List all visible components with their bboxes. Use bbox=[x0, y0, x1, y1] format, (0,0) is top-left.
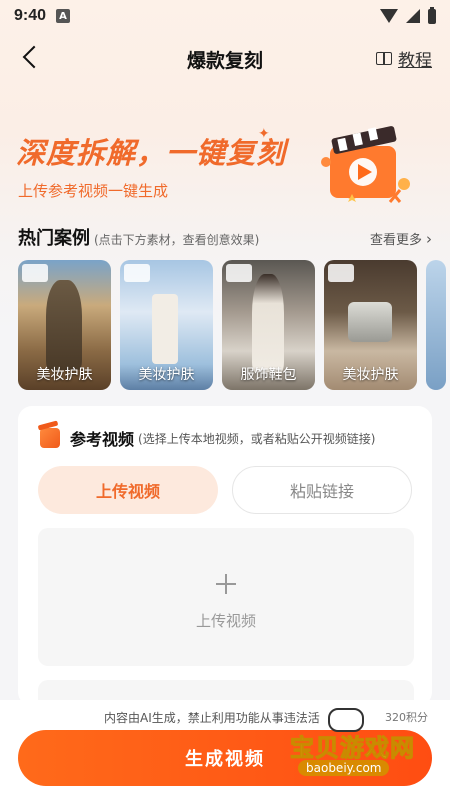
case-card-partial[interactable] bbox=[426, 260, 446, 390]
tab-upload-video[interactable]: 上传视频 bbox=[38, 466, 218, 514]
case-card[interactable]: 美妆护肤 bbox=[18, 260, 111, 390]
battery-icon bbox=[428, 6, 436, 24]
case-label: 美妆护肤 bbox=[36, 367, 93, 383]
points-cost: 320积分 bbox=[385, 711, 428, 724]
product-thumbnail bbox=[22, 264, 48, 282]
status-bar: 9:40 A bbox=[0, 0, 450, 32]
upload-dropzone[interactable]: 上传视频 bbox=[38, 528, 414, 666]
reference-video-card: 参考视频 (选择上传本地视频，或者粘贴公开视频链接) 上传视频 粘贴链接 上传视… bbox=[18, 406, 432, 720]
generate-video-button[interactable]: 生成视频 bbox=[18, 730, 432, 786]
tab-paste-link[interactable]: 粘贴链接 bbox=[232, 466, 412, 514]
terracotta-figure bbox=[46, 280, 82, 370]
notification-icon: A bbox=[56, 9, 71, 23]
hot-cases-header: 热门案例 (点击下方素材，查看创意效果) 查看更多 bbox=[18, 224, 432, 250]
product-thumbnail bbox=[328, 264, 354, 282]
sparkle-icon: ✦ bbox=[258, 126, 270, 142]
wifi-icon bbox=[380, 9, 398, 23]
hero-title: 深度拆解，一键复刻 bbox=[16, 136, 287, 170]
tutorial-label: 教程 bbox=[398, 51, 432, 71]
sparkle-icon: ✦ bbox=[266, 144, 274, 154]
status-icons bbox=[380, 6, 436, 24]
sunscreen-bottle bbox=[152, 294, 178, 364]
signal-icon bbox=[406, 9, 420, 23]
tutorial-link[interactable]: 教程 bbox=[376, 46, 432, 71]
bottom-bar: 内容由AI生成，禁止利用功能从事违法活 320积分 生成视频 bbox=[0, 700, 450, 800]
hero-subtitle: 上传参考视频一键生成 bbox=[18, 182, 169, 200]
cream-jar bbox=[348, 302, 392, 342]
upload-label: 上传视频 bbox=[195, 612, 256, 630]
see-more-link[interactable]: 查看更多 bbox=[370, 229, 432, 248]
case-card[interactable]: 美妆护肤 bbox=[324, 260, 417, 390]
book-icon bbox=[376, 52, 392, 65]
case-label: 美妆护肤 bbox=[138, 367, 195, 383]
ai-disclaimer: 内容由AI生成，禁止利用功能从事违法活 bbox=[104, 711, 320, 725]
reference-hint: (选择上传本地视频，或者粘贴公开视频链接) bbox=[138, 431, 376, 446]
reference-title: 参考视频 bbox=[70, 430, 135, 449]
product-thumbnail bbox=[226, 264, 252, 282]
reference-header: 参考视频 (选择上传本地视频，或者粘贴公开视频链接) bbox=[40, 426, 375, 450]
case-card[interactable]: 美妆护肤 bbox=[120, 260, 213, 390]
case-carousel[interactable]: 美妆护肤 美妆护肤 服饰鞋包 美妆护肤 bbox=[18, 260, 450, 390]
product-thumbnail bbox=[124, 264, 150, 282]
case-label: 服饰鞋包 bbox=[240, 367, 297, 383]
nav-bar: 爆款复刻 教程 bbox=[0, 36, 450, 80]
case-card[interactable]: 服饰鞋包 bbox=[222, 260, 315, 390]
status-time: 9:40 bbox=[14, 7, 47, 24]
model-figure bbox=[252, 274, 284, 372]
hot-cases-title: 热门案例 bbox=[18, 228, 90, 249]
case-label: 美妆护肤 bbox=[342, 367, 399, 383]
clapperboard-icon bbox=[40, 428, 60, 448]
hot-cases-hint: (点击下方素材，查看创意效果) bbox=[94, 233, 260, 247]
plus-icon bbox=[216, 574, 236, 594]
clapperboard-illustration bbox=[321, 126, 410, 203]
